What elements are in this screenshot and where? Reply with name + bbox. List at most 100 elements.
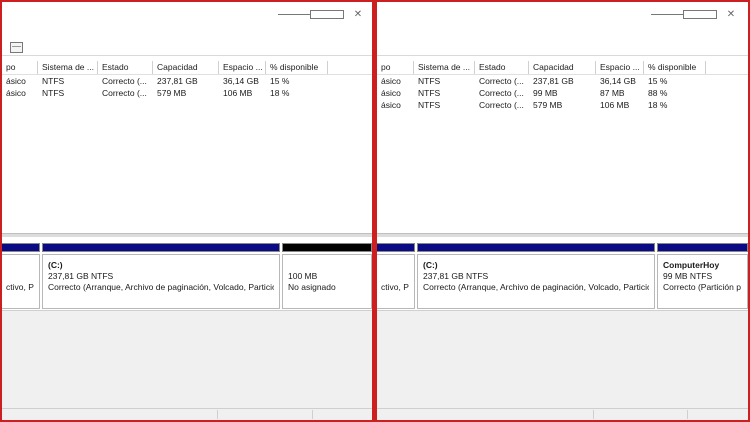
status-separator: [593, 410, 594, 419]
partition-bar: [2, 243, 40, 252]
cell-capacity: 579 MB: [157, 88, 187, 98]
disk-map-empty-area: [377, 310, 748, 409]
status-separator: [217, 410, 218, 419]
partition-c[interactable]: (C:) 237,81 GB NTFS Correcto (Arranque, …: [417, 243, 655, 309]
console-view-icon[interactable]: [10, 42, 23, 53]
cell-percent-free: 88 %: [648, 88, 668, 98]
partition-computerhoy[interactable]: ComputerHoy 99 MB NTFS Correcto (Partici…: [657, 243, 748, 309]
cell-capacity: 99 MB: [533, 88, 558, 98]
volume-list-header: po Sistema de ... Estado Capacidad Espac…: [377, 61, 748, 75]
partition-size: 237,81 GB NTFS: [48, 271, 114, 281]
cell-percent-free: 15 %: [648, 76, 668, 86]
cell-capacity: 579 MB: [533, 100, 563, 110]
column-header-capacity[interactable]: Capacidad: [529, 61, 596, 74]
disk-management-window-after: ✕ po Sistema de ... Estado Capacidad Esp…: [377, 2, 748, 420]
cell-status: Correcto (...: [102, 76, 147, 86]
maximize-icon: [310, 9, 344, 19]
cell-capacity: 237,81 GB: [157, 76, 198, 86]
cell-free-space: 87 MB: [600, 88, 625, 98]
pane-splitter[interactable]: [2, 233, 372, 237]
disk-map: ctivo, Par (C:) 237,81 GB NTFS Correcto …: [2, 243, 372, 309]
partition-status: Correcto (Arranque, Archivo de paginació…: [423, 282, 649, 292]
partition-bar: [417, 243, 655, 252]
column-header-free-space[interactable]: Espacio ...: [596, 61, 644, 74]
column-header-type[interactable]: po: [377, 61, 414, 74]
window-controls: ✕: [651, 8, 747, 22]
partition-size: 99 MB NTFS: [663, 271, 713, 281]
partition-efi[interactable]: ctivo, Par: [377, 243, 415, 309]
column-header-filesystem[interactable]: Sistema de ...: [38, 61, 98, 74]
cell-free-space: 106 MB: [600, 100, 630, 110]
column-header-capacity[interactable]: Capacidad: [153, 61, 219, 74]
pane-splitter[interactable]: [377, 233, 748, 237]
partition-details: 100 MB No asignado: [282, 254, 372, 309]
cell-type: ásico: [381, 88, 401, 98]
partition-c[interactable]: (C:) 237,81 GB NTFS Correcto (Arranque, …: [42, 243, 280, 309]
partition-details: (C:) 237,81 GB NTFS Correcto (Arranque, …: [42, 254, 280, 309]
cell-status: Correcto (...: [102, 88, 147, 98]
column-header-status[interactable]: Estado: [475, 61, 529, 74]
minimize-button[interactable]: [651, 8, 683, 22]
partition-status: ctivo, Par: [6, 282, 34, 292]
cell-type: ásico: [6, 88, 26, 98]
disk-management-window-before: ✕ po Sistema de ... Estado Capacidad Esp…: [2, 2, 372, 420]
status-separator: [312, 410, 313, 419]
volume-row[interactable]: ásico NTFS Correcto (... 99 MB 87 MB 88 …: [377, 87, 748, 99]
close-button[interactable]: ✕: [715, 8, 747, 22]
cell-free-space: 36,14 GB: [223, 76, 259, 86]
cell-free-space: 36,14 GB: [600, 76, 636, 86]
close-button[interactable]: ✕: [342, 8, 372, 22]
partition-size: 100 MB: [288, 271, 318, 281]
volume-row[interactable]: ásico NTFS Correcto (... 237,81 GB 36,14…: [377, 75, 748, 87]
cell-filesystem: NTFS: [42, 76, 65, 86]
disk-map-empty-area: [2, 310, 372, 409]
partition-efi[interactable]: ctivo, Par: [2, 243, 40, 309]
cell-percent-free: 15 %: [270, 76, 290, 86]
cell-percent-free: 18 %: [270, 88, 290, 98]
column-header-percent-free[interactable]: % disponible: [644, 61, 706, 74]
minimize-icon: [278, 13, 310, 15]
partition-details: (C:) 237,81 GB NTFS Correcto (Arranque, …: [417, 254, 655, 309]
maximize-button[interactable]: [310, 8, 344, 22]
column-header-status[interactable]: Estado: [98, 61, 153, 74]
cell-type: ásico: [381, 76, 401, 86]
cell-filesystem: NTFS: [418, 88, 441, 98]
column-header-type[interactable]: po: [2, 61, 38, 74]
partition-name: (C:): [423, 260, 438, 270]
toolbar: [2, 39, 372, 56]
cell-filesystem: NTFS: [418, 100, 441, 110]
cell-status: Correcto (...: [479, 88, 524, 98]
window-controls: ✕: [278, 8, 372, 22]
volume-row[interactable]: ásico NTFS Correcto (... 579 MB 106 MB 1…: [377, 99, 748, 111]
volume-list: po Sistema de ... Estado Capacidad Espac…: [2, 61, 372, 99]
disk-map: ctivo, Par (C:) 237,81 GB NTFS Correcto …: [377, 243, 748, 309]
cell-filesystem: NTFS: [42, 88, 65, 98]
cell-type: ásico: [381, 100, 401, 110]
status-bar: [377, 408, 748, 420]
partition-status: Correcto (Arranque, Archivo de paginació…: [48, 282, 274, 292]
partition-bar: [377, 243, 415, 252]
status-separator: [687, 410, 688, 419]
partition-unallocated[interactable]: 100 MB No asignado: [282, 243, 372, 309]
column-header-filesystem[interactable]: Sistema de ...: [414, 61, 475, 74]
maximize-icon: [683, 9, 717, 19]
minimize-button[interactable]: [278, 8, 310, 22]
partition-status: Correcto (Partición p: [663, 282, 741, 292]
toolbar: [377, 39, 748, 56]
status-bar: [2, 408, 372, 420]
partition-details: ctivo, Par: [2, 254, 40, 309]
cell-capacity: 237,81 GB: [533, 76, 574, 86]
maximize-button[interactable]: [683, 8, 717, 22]
column-header-percent-free[interactable]: % disponible: [266, 61, 328, 74]
cell-free-space: 106 MB: [223, 88, 253, 98]
partition-name: (C:): [48, 260, 63, 270]
column-header-free-space[interactable]: Espacio ...: [219, 61, 266, 74]
volume-list-header: po Sistema de ... Estado Capacidad Espac…: [2, 61, 372, 75]
partition-status: ctivo, Par: [381, 282, 409, 292]
volume-row[interactable]: ásico NTFS Correcto (... 579 MB 106 MB 1…: [2, 87, 372, 99]
partition-bar: [42, 243, 280, 252]
partition-bar: [282, 243, 372, 252]
volume-row[interactable]: ásico NTFS Correcto (... 237,81 GB 36,14…: [2, 75, 372, 87]
partition-details: ComputerHoy 99 MB NTFS Correcto (Partici…: [657, 254, 748, 309]
cell-filesystem: NTFS: [418, 76, 441, 86]
